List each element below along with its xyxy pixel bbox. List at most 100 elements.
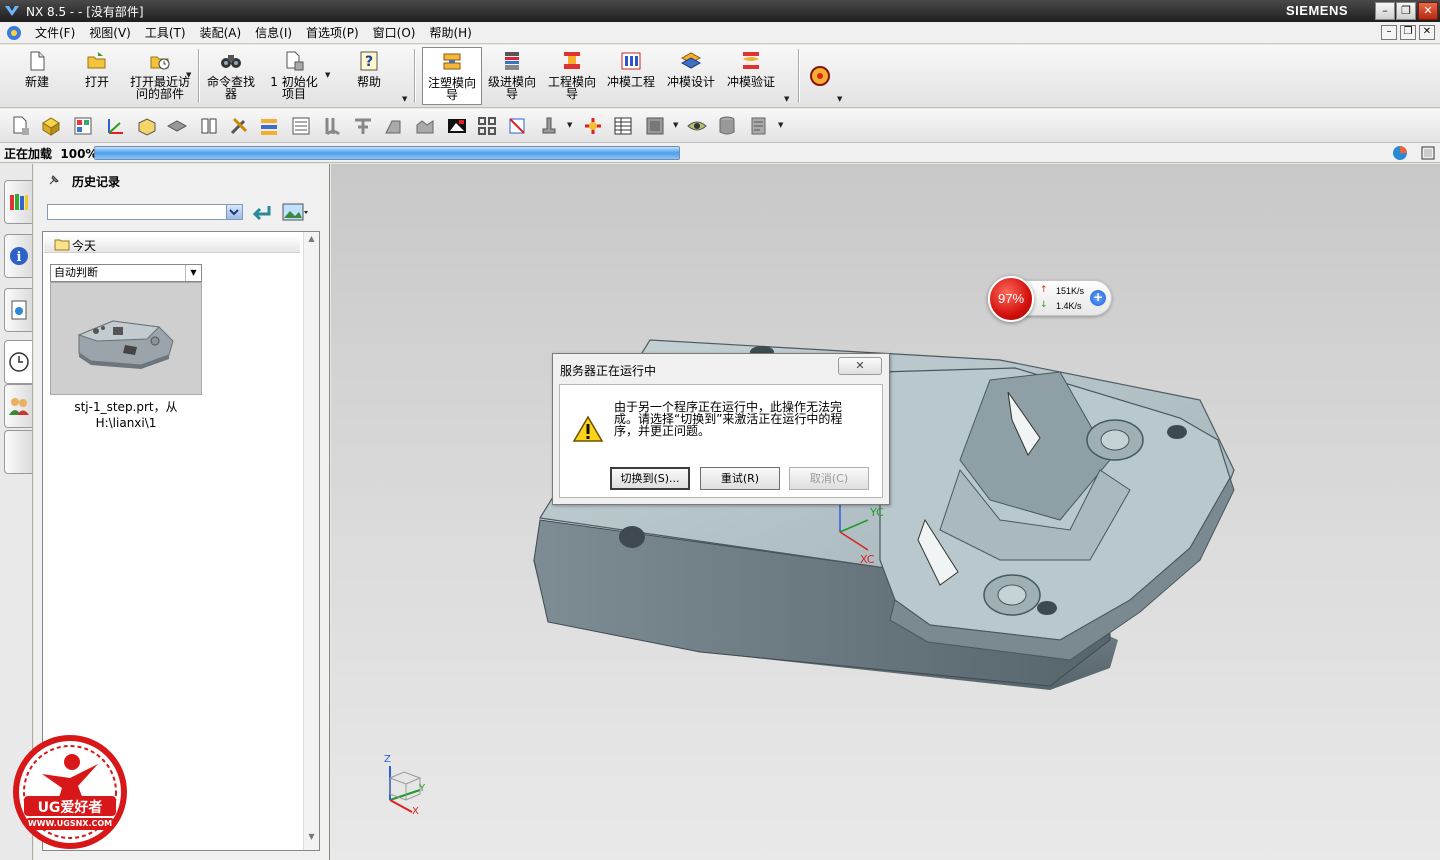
- scroll-up-arrow-icon[interactable]: ▲: [304, 234, 319, 248]
- plus-icon[interactable]: +: [1090, 290, 1106, 306]
- web-browser-tab[interactable]: [4, 288, 32, 332]
- menu-info[interactable]: 信息(I): [248, 24, 299, 41]
- menu-tools[interactable]: 工具(T): [138, 24, 193, 41]
- scroll-down-arrow-icon[interactable]: ▼: [304, 832, 319, 846]
- engineering-die-button[interactable]: 工程模向 导: [544, 47, 600, 105]
- roles-tab[interactable]: [4, 384, 32, 428]
- back-arrow-icon[interactable]: [251, 202, 273, 222]
- coordinate-icon[interactable]: [506, 115, 528, 137]
- group-today[interactable]: 今天: [44, 235, 300, 253]
- sphere-icon[interactable]: [1392, 145, 1408, 161]
- history-filter-combo[interactable]: [47, 204, 243, 220]
- report-dropdown-icon[interactable]: ▼: [778, 121, 783, 129]
- mdi-close-button[interactable]: ✕: [1419, 25, 1435, 40]
- chevron-down-icon[interactable]: [226, 205, 242, 219]
- ejector-icon[interactable]: [322, 115, 344, 137]
- drawing-dropdown-icon[interactable]: ▼: [673, 121, 678, 129]
- new-button[interactable]: 新建: [12, 47, 62, 105]
- display-filter-combo[interactable]: 自动判断 ▼: [50, 264, 202, 282]
- watermark-brand-text: UG爱好者: [37, 800, 103, 816]
- mdi-restore-button[interactable]: ❐: [1400, 25, 1416, 40]
- pocket-icon[interactable]: [446, 115, 468, 137]
- part-file-icon[interactable]: [10, 115, 32, 137]
- drawing-icon[interactable]: [644, 115, 666, 137]
- menu-preferences[interactable]: 首选项(P): [299, 24, 366, 41]
- mdi-minimize-button[interactable]: –: [1381, 25, 1397, 40]
- mold-wizard-icon: [443, 53, 461, 70]
- info-tab[interactable]: i: [4, 234, 32, 278]
- help-button[interactable]: ? 帮助: [344, 47, 394, 105]
- app-dropdown-icon[interactable]: ▼: [784, 95, 789, 103]
- bom-icon[interactable]: [612, 115, 634, 137]
- bracket-icon[interactable]: [198, 115, 220, 137]
- cylinder-icon[interactable]: [716, 115, 738, 137]
- menu-help[interactable]: 帮助(H): [422, 24, 478, 41]
- yellow-block-icon[interactable]: [40, 115, 62, 137]
- fullscreen-icon[interactable]: [1420, 145, 1436, 161]
- switch-to-button[interactable]: 切换到(S)...: [610, 467, 690, 490]
- dialog-close-button[interactable]: ✕: [838, 357, 882, 375]
- group-today-label: 今天: [72, 239, 97, 253]
- report-icon[interactable]: [748, 115, 770, 137]
- wheel-dropdown-icon[interactable]: ▼: [837, 95, 842, 103]
- empty-tab[interactable]: [4, 430, 32, 474]
- menu-view[interactable]: 视图(V): [82, 24, 138, 41]
- layout-icon[interactable]: [72, 115, 94, 137]
- mirror-icon[interactable]: [476, 115, 498, 137]
- die-engineering-label: 冲模工程: [606, 75, 655, 89]
- init-project-button[interactable]: 1 初始化 项目: [264, 47, 324, 105]
- parts-dropdown-icon[interactable]: ▼: [567, 121, 572, 129]
- menu-file[interactable]: 文件(F): [28, 24, 82, 41]
- chevron-down-icon[interactable]: ▼: [185, 265, 201, 281]
- assembly-navigator-tab[interactable]: [4, 180, 32, 224]
- insert-icon[interactable]: [414, 115, 436, 137]
- die-validation-button[interactable]: 冲模验证: [724, 47, 778, 105]
- view-eye-icon[interactable]: [686, 115, 708, 137]
- nx-menu-icon[interactable]: [6, 25, 22, 41]
- die-design-button[interactable]: 冲模设计: [664, 47, 718, 105]
- restore-button[interactable]: ❐: [1396, 2, 1416, 20]
- cooling-icon[interactable]: [582, 115, 604, 137]
- part-caption[interactable]: stj-1_step.prt，从 H:\lianxi\1: [43, 399, 209, 431]
- box-icon[interactable]: [136, 115, 158, 137]
- part-model-render[interactable]: [331, 164, 1440, 860]
- menu-assembly[interactable]: 装配(A): [193, 24, 249, 41]
- close-button[interactable]: ✕: [1418, 2, 1438, 20]
- retry-button[interactable]: 重试(R): [700, 467, 780, 490]
- standard-part-icon[interactable]: [538, 115, 560, 137]
- progressive-die-button[interactable]: 级进模向 导: [484, 47, 540, 105]
- init-dropdown-icon[interactable]: ▼: [325, 71, 330, 79]
- new-file-icon: [30, 51, 45, 71]
- net-usage-badge[interactable]: 97%: [988, 276, 1034, 322]
- network-speed-widget[interactable]: 97% ↑ 151K/s ↓ 1.4K/s +: [988, 276, 1114, 322]
- lifter-icon[interactable]: [382, 115, 404, 137]
- mold-wizard-button[interactable]: 注塑模向 导: [422, 47, 482, 105]
- recent-parts-button[interactable]: 打开最近访 问的部件: [128, 47, 192, 105]
- cancel-button[interactable]: 取消(C): [789, 467, 869, 490]
- history-tab[interactable]: [4, 340, 32, 384]
- recent-parts-label-2: 问的部件: [135, 87, 184, 101]
- books-icon: [10, 194, 28, 210]
- stack-icon[interactable]: [258, 115, 280, 137]
- slider-icon[interactable]: [352, 115, 374, 137]
- list-icon[interactable]: [290, 115, 312, 137]
- wheel-tool-button[interactable]: [806, 47, 834, 105]
- help-dropdown-icon[interactable]: ▼: [402, 95, 407, 103]
- brand-logo: SIEMENS: [1285, 3, 1348, 18]
- pin-icon[interactable]: [48, 174, 60, 186]
- die-engineering-button[interactable]: 冲模工程: [604, 47, 658, 105]
- history-scrollbar[interactable]: ▲ ▼: [303, 232, 319, 850]
- part-thumbnail[interactable]: [50, 282, 202, 395]
- minimize-button[interactable]: –: [1375, 2, 1395, 20]
- ug-watermark-logo: UG爱好者 WWW.UGSNX.COM: [12, 734, 128, 850]
- open-button[interactable]: 打开: [72, 47, 122, 105]
- display-mode-icon[interactable]: [282, 202, 308, 222]
- tools-icon[interactable]: [228, 115, 250, 137]
- plate-icon[interactable]: [166, 115, 188, 137]
- menu-window[interactable]: 窗口(O): [366, 24, 423, 41]
- graphics-window[interactable]: YC XC Z Y X: [331, 164, 1440, 860]
- watermark-url-text: WWW.UGSNX.COM: [27, 819, 113, 828]
- recent-dropdown-icon[interactable]: ▼: [186, 71, 191, 79]
- command-finder-button[interactable]: 命令查找 器: [204, 47, 258, 105]
- csys-icon[interactable]: [104, 115, 126, 137]
